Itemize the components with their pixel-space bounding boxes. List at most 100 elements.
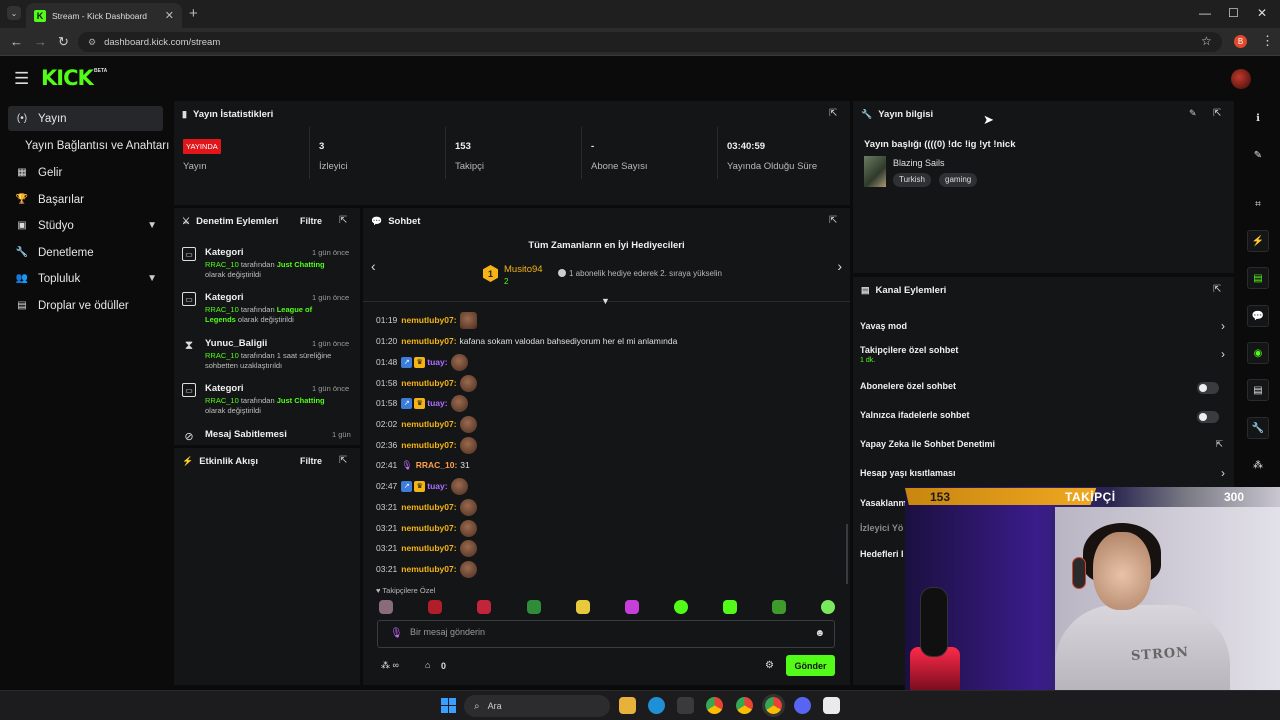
emote-icon[interactable] <box>723 600 737 614</box>
emote-icon[interactable] <box>821 600 835 614</box>
chat-message[interactable]: 01:19 nemutluby07: <box>376 311 477 329</box>
chrome-icon[interactable] <box>706 697 723 714</box>
screenshot-icon[interactable]: ⌗ <box>1247 193 1269 215</box>
popout-icon[interactable]: ⇱ <box>829 108 837 119</box>
chat-message[interactable]: 03:21 nemutluby07: <box>376 519 477 537</box>
chat-username[interactable]: tuay: <box>427 398 447 408</box>
sidebar-item-revenue[interactable]: ▦ Gelir <box>8 160 163 185</box>
sidebar-item-achievements[interactable]: 🏆 Başarılar <box>8 187 163 212</box>
kick-logo[interactable]: KICK <box>41 66 94 90</box>
filter-button[interactable]: Filtre <box>300 216 322 226</box>
emote-icon[interactable] <box>576 600 590 614</box>
chat-message[interactable]: 03:21 nemutluby07: <box>376 560 477 578</box>
broadcast-icon[interactable]: ◉ <box>1247 342 1269 364</box>
chat-username[interactable]: RRAC_10: <box>416 460 458 470</box>
send-button[interactable]: Gönder <box>786 655 835 676</box>
bolt-icon[interactable]: ⚡ <box>1247 230 1269 252</box>
reload-icon[interactable]: ↻ <box>58 34 69 50</box>
close-window-icon[interactable]: ✕ <box>1257 6 1267 20</box>
sidebar-item-community[interactable]: 👥 Topluluk ▼ <box>8 266 163 291</box>
chat-message[interactable]: 03:21 nemutluby07: <box>376 498 477 516</box>
chat-username[interactable]: nemutluby07: <box>401 336 456 346</box>
emoji-picker-icon[interactable]: ☻ <box>814 628 825 639</box>
url-field[interactable]: ⚙ dashboard.kick.com/stream <box>78 32 1222 52</box>
edit-icon[interactable]: ✎ <box>1189 108 1197 119</box>
chrome-icon[interactable] <box>736 697 753 714</box>
chat-message[interactable]: 02:36 nemutluby07: <box>376 436 477 454</box>
notepad-icon[interactable] <box>823 697 840 714</box>
popout-icon[interactable]: ⇱ <box>339 215 347 226</box>
chat-message[interactable]: 02:41 🎙 RRAC_10: 31 <box>376 456 470 474</box>
chat-icon[interactable]: 💬 <box>1247 305 1269 327</box>
toggle-switch[interactable] <box>1197 382 1219 394</box>
chat-message[interactable]: 01:20 nemutluby07: kafana sokam valodan ba… <box>376 332 677 350</box>
profile-avatar[interactable]: B <box>1234 35 1247 48</box>
channel-points-icon[interactable]: ⁂ ∞ <box>381 660 399 671</box>
discord-icon[interactable] <box>794 697 811 714</box>
close-tab-icon[interactable]: ✕ <box>165 9 174 22</box>
chat-username[interactable]: nemutluby07: <box>401 523 456 533</box>
chat-message[interactable]: 01:48 ↗ ♛ tuay: <box>376 353 468 371</box>
emote-icon[interactable] <box>674 600 688 614</box>
browser-menu-icon[interactable]: ⋮ <box>1261 33 1274 49</box>
chat-username[interactable]: tuay: <box>427 357 447 367</box>
action-account-age[interactable]: Hesap yaşı kısıtlaması › <box>860 460 1225 488</box>
chat-input[interactable] <box>410 627 790 637</box>
chevron-left-icon[interactable]: ‹ <box>371 258 376 274</box>
browser-tab[interactable]: K Stream - Kick Dashboard ✕ <box>26 3 182 28</box>
sidebar-item-drops[interactable]: ▤ Droplar ve ödüller <box>8 293 163 318</box>
new-tab-icon[interactable]: + <box>189 5 198 22</box>
chat-message[interactable]: 01:58 nemutluby07: <box>376 374 477 392</box>
popout-icon[interactable]: ⇱ <box>1213 284 1221 295</box>
action-ai-moderation[interactable]: Yapay Zeka ile Sohbet Denetimi ⇱ <box>860 431 1225 459</box>
info-icon[interactable]: ℹ <box>1247 107 1269 129</box>
sidebar-item-studio[interactable]: ▣ Stüdyo ▼ <box>8 213 163 238</box>
action-followers-only[interactable]: Takipçilere özel sohbet 1 dk. › <box>860 341 1225 369</box>
emote-icon[interactable] <box>527 600 541 614</box>
store-icon[interactable] <box>677 697 694 714</box>
chat-username[interactable]: nemutluby07: <box>401 543 456 553</box>
filter-button[interactable]: Filtre <box>300 456 322 466</box>
minimize-icon[interactable]: — <box>1199 6 1211 20</box>
tab-list-icon[interactable]: ⌄ <box>7 6 21 20</box>
edit-icon[interactable]: ✎ <box>1247 144 1269 166</box>
chat-username[interactable]: nemutluby07: <box>401 315 456 325</box>
forward-icon[interactable]: → <box>34 34 47 49</box>
emote-icon[interactable] <box>625 600 639 614</box>
microphone-icon[interactable]: 🎙 <box>390 628 403 639</box>
chevron-right-icon[interactable]: › <box>837 258 842 274</box>
bookmark-star-icon[interactable]: ☆ <box>1201 34 1212 48</box>
back-icon[interactable]: ← <box>10 34 23 49</box>
chrome-icon[interactable] <box>762 694 785 717</box>
chat-settings-icon[interactable]: ⚙ <box>765 660 774 671</box>
sidebar-item-stream-key[interactable]: Yayın Bağlantısı ve Anahtarı <box>8 133 170 158</box>
chat-username[interactable]: nemutluby07: <box>401 440 456 450</box>
clipboard-icon[interactable]: ▤ <box>1247 267 1269 289</box>
chat-username[interactable]: nemutluby07: <box>401 378 456 388</box>
popout-icon[interactable]: ⇱ <box>829 215 837 226</box>
windows-start-icon[interactable] <box>441 698 456 713</box>
action-slow-mode[interactable]: Yavaş mod › <box>860 313 1225 341</box>
popout-icon[interactable]: ⇱ <box>1213 108 1221 119</box>
chat-username[interactable]: nemutluby07: <box>401 419 456 429</box>
chat-message[interactable]: 02:47 ↗ ♛ tuay: <box>376 477 468 495</box>
scrollbar[interactable] <box>846 524 848 584</box>
file-explorer-icon[interactable] <box>619 697 636 714</box>
sidebar-item-stream[interactable]: (•) Yayın <box>8 106 163 131</box>
taskbar-search[interactable]: ⌕ Ara <box>464 695 610 717</box>
sidebar-item-moderation[interactable]: 🔧 Denetleme <box>8 240 163 265</box>
emote-icon[interactable] <box>428 600 442 614</box>
site-info-icon[interactable]: ⚙ <box>88 37 96 48</box>
maximize-icon[interactable]: ☐ <box>1228 6 1239 20</box>
chat-username[interactable]: nemutluby07: <box>401 564 456 574</box>
popout-icon[interactable]: ⇱ <box>339 455 347 466</box>
chat-message[interactable]: 02:02 nemutluby07: <box>376 415 477 433</box>
wrench-icon[interactable]: 🔧 <box>1247 417 1269 439</box>
top-gifter-name[interactable]: Musito94 <box>504 264 543 275</box>
chat-message[interactable]: 03:21 nemutluby07: <box>376 539 477 557</box>
emote-icon[interactable] <box>772 600 786 614</box>
chat-message[interactable]: 01:58 ↗ ♛ tuay: <box>376 394 468 412</box>
more-icon[interactable]: ⁂ <box>1247 454 1269 476</box>
chat-username[interactable]: tuay: <box>427 481 447 491</box>
collapse-icon[interactable]: ▼ <box>601 296 610 306</box>
